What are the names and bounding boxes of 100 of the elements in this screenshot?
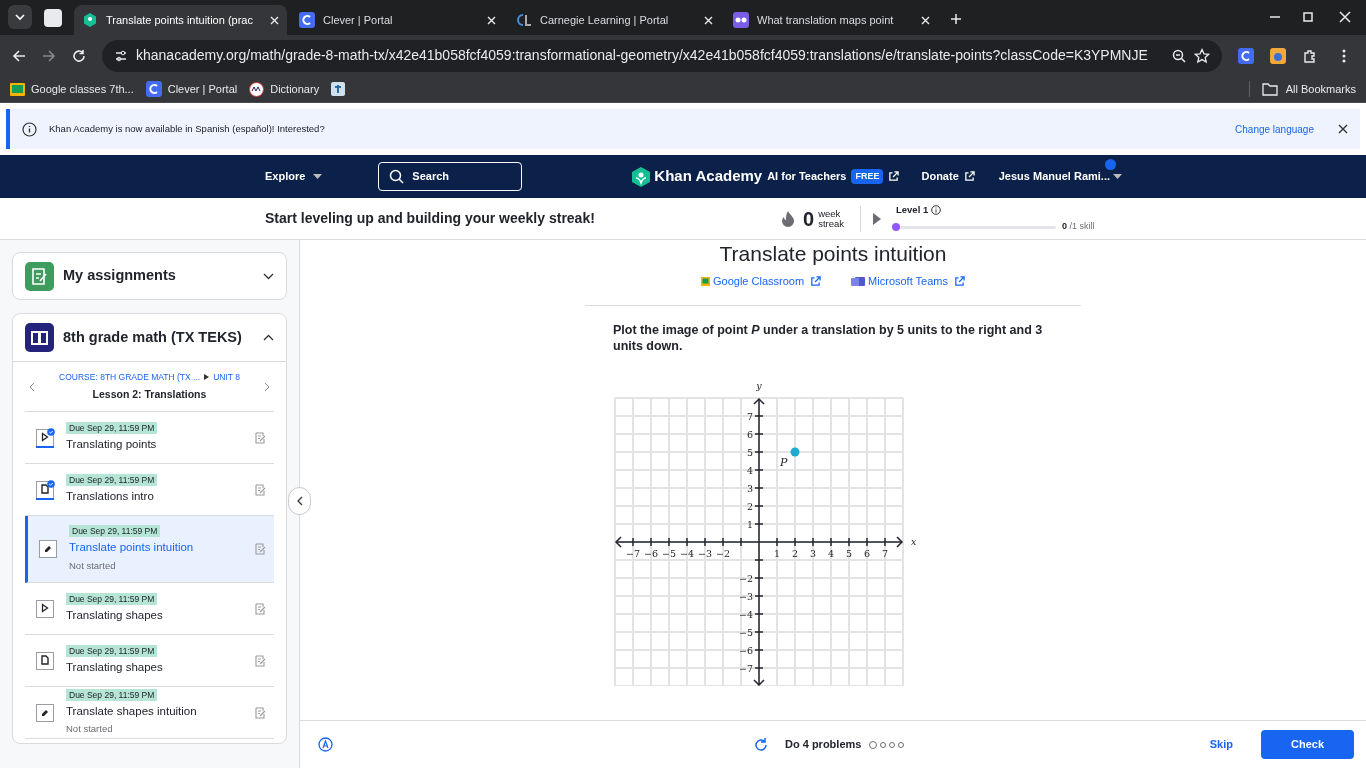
- tab-title: Translate points intuition (prac: [106, 12, 254, 28]
- tick-label: −3: [739, 590, 753, 601]
- url-text: khanacademy.org/math/grade-8-math-tx/x42e41b058fcf4059:transformational-geometry/x42e41b058fcf4059:translations/e/translate-points?classCode=K3YPMNJE: [136, 46, 1149, 65]
- tab-search-icon[interactable]: [8, 5, 32, 29]
- tab-title: Clever | Portal: [323, 12, 394, 28]
- bookmark-icon: [145, 81, 162, 97]
- item-title: Translating shapes: [66, 607, 163, 623]
- tab-group-icon[interactable]: [44, 9, 62, 27]
- donate-link[interactable]: Donate: [921, 168, 975, 185]
- lesson-item[interactable]: Due Sep 29, 11:59 PM Translate shapes intuition Not started: [25, 687, 274, 739]
- site-icon: [82, 12, 98, 28]
- skip-button[interactable]: Skip: [1209, 736, 1233, 753]
- axis-label: y: [756, 379, 762, 391]
- new-tab-icon[interactable]: [950, 13, 962, 25]
- caret-icon: [1113, 174, 1122, 179]
- collapse-icon[interactable]: [263, 334, 274, 341]
- due-date-badge: Due Sep 29, 11:59 PM: [66, 421, 158, 434]
- notes-icon[interactable]: [255, 431, 266, 444]
- share-link[interactable]: Microsoft Teams: [851, 273, 965, 290]
- lesson-item[interactable]: Due Sep 29, 11:59 PM Translating shapes: [25, 635, 274, 687]
- item-status: Not started: [66, 722, 113, 736]
- tick-label: −2: [716, 547, 730, 559]
- assignments-panel[interactable]: My assignments: [12, 252, 287, 300]
- play-icon[interactable]: [873, 212, 881, 225]
- exercise-title: Translate points intuition: [719, 241, 947, 267]
- external-link-icon: [810, 275, 822, 287]
- tick-label: 2: [792, 547, 798, 559]
- notes-icon[interactable]: [255, 483, 266, 496]
- tick-label: 6: [864, 547, 870, 559]
- browser-tab[interactable]: Clever | Portal: [291, 5, 504, 35]
- panel-title: My assignments: [63, 266, 177, 286]
- tab-title: Carnegie Learning | Portal: [540, 12, 670, 28]
- zoom-icon[interactable]: [1172, 48, 1186, 63]
- tick-label: 4: [828, 547, 834, 559]
- ai-for-teachers-link[interactable]: AI for Teachers FREE: [767, 168, 900, 185]
- panel-title: 8th grade math (TX TEKS): [63, 327, 243, 347]
- site-icon: [516, 14, 532, 26]
- accessibility-icon[interactable]: [318, 737, 333, 752]
- extension-icon[interactable]: [1238, 47, 1254, 64]
- browser-tab[interactable]: What translation maps point: [725, 5, 938, 35]
- teams-icon: [851, 276, 866, 287]
- reload-icon[interactable]: [72, 48, 86, 63]
- close-icon[interactable]: [1338, 124, 1348, 134]
- coordinate-plane[interactable]: −7 −6 −5 −4 −3 −2 1 2 3 4 5 6 7 −7 −6 −5 −4 −3 −2 1 2 3 4 5 6 7 x y P: [609, 375, 1053, 686]
- user-menu[interactable]: Jesus Manuel Rami...: [998, 168, 1122, 185]
- menu-icon[interactable]: [1342, 47, 1346, 64]
- item-title: Translations intro: [66, 488, 154, 504]
- site-info-icon[interactable]: [114, 48, 128, 63]
- lesson-item[interactable]: Due Sep 29, 11:59 PM Translating points: [25, 412, 274, 464]
- all-bookmarks[interactable]: All Bookmarks: [1248, 80, 1356, 98]
- site-icon: [299, 12, 315, 28]
- bookmark-icon: [249, 81, 265, 97]
- lesson-item[interactable]: Due Sep 29, 11:59 PM Translating shapes: [25, 583, 274, 635]
- due-date-badge: Due Sep 29, 11:59 PM: [69, 525, 161, 538]
- assignments-icon: [25, 261, 54, 291]
- address-bar[interactable]: khanacademy.org/math/grade-8-math-tx/x42e41b058fcf4059:transformational-geometry/x42e41b058fcf4059:translations/e/translate-points?classCode=K3YPMNJE: [102, 39, 1222, 72]
- level-label: Level 1: [896, 203, 929, 218]
- search-field[interactable]: Search: [378, 162, 523, 191]
- point[interactable]: [790, 447, 800, 456]
- progress-text: Do 4 problems: [785, 737, 862, 753]
- browser-tab[interactable]: Carnegie Learning | Portal: [508, 5, 721, 35]
- tick-label: 7: [882, 547, 888, 559]
- skill-count: 0 /1 skill: [1062, 220, 1095, 234]
- notes-icon[interactable]: [255, 706, 266, 719]
- notes-icon[interactable]: [255, 602, 266, 615]
- book-icon: [25, 323, 54, 352]
- bookmark[interactable]: Dictionary: [249, 80, 320, 98]
- separator-icon: [204, 374, 210, 381]
- external-link-icon: [963, 171, 975, 182]
- bookmark[interactable]: Google classes 7th...: [10, 80, 134, 98]
- extension-icon[interactable]: [1270, 47, 1286, 64]
- chevron-left-icon: [296, 496, 303, 506]
- logo[interactable]: Khan Academy: [632, 165, 763, 188]
- unit-link[interactable]: UNIT 8: [213, 370, 240, 384]
- forward-icon[interactable]: [42, 48, 56, 63]
- back-icon[interactable]: [12, 48, 26, 63]
- lesson-title: Lesson 2: Translations: [92, 386, 207, 402]
- share-link[interactable]: Google Classroom: [701, 273, 822, 290]
- bookmark-star-icon[interactable]: [1194, 47, 1210, 64]
- expand-icon[interactable]: [263, 272, 274, 280]
- lesson-item[interactable]: Due Sep 29, 11:59 PM Translate points intuition Not started: [25, 516, 274, 583]
- bookmark-icon[interactable]: [331, 82, 346, 96]
- item-title: Translating shapes: [66, 659, 163, 675]
- bookmark[interactable]: Clever | Portal: [145, 80, 238, 98]
- due-date-badge: Due Sep 29, 11:59 PM: [66, 644, 158, 657]
- restart-icon[interactable]: [753, 736, 769, 753]
- extensions-icon[interactable]: [1302, 47, 1318, 64]
- tick-label: −5: [739, 626, 753, 637]
- check-button[interactable]: Check: [1261, 730, 1354, 759]
- course-link[interactable]: COURSE: 8TH GRADE MATH (TX ...: [59, 370, 201, 384]
- previous-icon[interactable]: [29, 381, 35, 392]
- axis-label: x: [911, 535, 917, 547]
- info-icon[interactable]: [931, 205, 942, 216]
- notes-icon[interactable]: [255, 654, 266, 667]
- explore-menu[interactable]: Explore: [265, 168, 323, 185]
- change-language-link[interactable]: Change language: [1235, 121, 1314, 137]
- next-icon[interactable]: [264, 381, 270, 392]
- streak-unit: week: [818, 208, 842, 219]
- browser-tab[interactable]: Translate points intuition (prac: [74, 5, 287, 35]
- external-link-icon: [954, 275, 965, 287]
